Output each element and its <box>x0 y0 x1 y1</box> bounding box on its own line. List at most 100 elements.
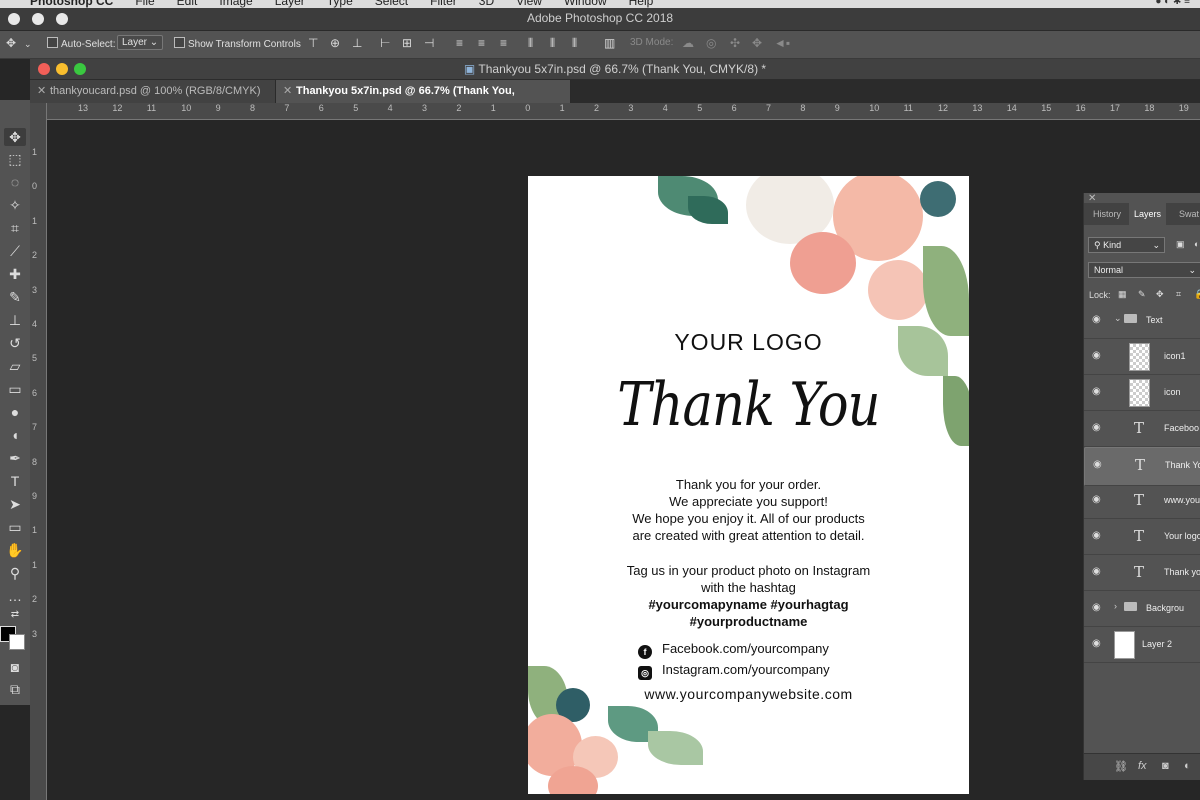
layer-row[interactable]: ◉ T Thank yo <box>1084 555 1200 591</box>
layer-filter-dropdown[interactable]: ⚲ Kind ⌄ <box>1088 237 1165 253</box>
eye-icon[interactable]: ◉ <box>1092 530 1101 541</box>
close-icon[interactable]: ✕ <box>283 80 292 102</box>
layer-row[interactable]: ◉ › Backgrou <box>1084 591 1200 627</box>
vertical-ruler[interactable]: 1 0 1 2 3 4 5 6 7 8 9 1 1 2 3 <box>30 103 47 800</box>
brush-tool-icon[interactable]: ✎ <box>4 288 26 306</box>
hand-tool-icon[interactable]: ✋ <box>4 541 26 559</box>
canvas-document[interactable]: YOUR LOGO Thank You Thank you for your o… <box>528 176 969 794</box>
tab-layers[interactable]: Layers <box>1129 203 1167 225</box>
align-bottom-icon[interactable]: ⊥ <box>352 36 362 50</box>
align-vertical-center-icon[interactable]: ⊕ <box>330 36 340 50</box>
crop-tool-icon[interactable]: ⌗ <box>4 219 26 237</box>
adjustment-layer-icon[interactable]: ◐ <box>1184 760 1191 772</box>
background-color-swatch[interactable] <box>9 634 25 650</box>
eye-icon[interactable]: ◉ <box>1092 602 1101 613</box>
zoom-tool-icon[interactable]: ⚲ <box>4 564 26 582</box>
drag-3d-icon[interactable]: ✣ <box>730 36 740 50</box>
menu-item[interactable]: Window <box>564 0 607 8</box>
chevron-right-icon[interactable]: › <box>1114 601 1117 611</box>
chevron-down-icon[interactable]: ⌄ <box>1114 313 1122 324</box>
menu-item[interactable]: Select <box>375 0 408 8</box>
tab-swatches[interactable]: Swat <box>1174 203 1200 225</box>
eye-icon[interactable]: ◉ <box>1092 494 1101 505</box>
history-brush-tool-icon[interactable]: ↺ <box>4 334 26 352</box>
layer-row[interactable]: ◉ icon <box>1084 375 1200 411</box>
layer-row[interactable]: ◉ Layer 2 <box>1084 627 1200 663</box>
distribute-top-icon[interactable]: ≡ <box>456 36 463 50</box>
stamp-tool-icon[interactable]: ⊥ <box>4 311 26 329</box>
auto-select-dropdown[interactable]: Layer ⌄ <box>117 35 164 50</box>
blend-mode-dropdown[interactable]: Normal ⌄ <box>1088 262 1200 278</box>
image-filter-icon[interactable]: ▣ <box>1176 239 1185 250</box>
blur-tool-icon[interactable]: ● <box>4 403 26 421</box>
align-top-icon[interactable]: ⊤ <box>308 36 318 50</box>
distribute-center-icon[interactable]: ≡ <box>478 36 485 50</box>
more-tools-icon[interactable]: … <box>4 587 26 605</box>
distribute-left-icon[interactable]: ⫴ <box>528 36 533 51</box>
menu-item[interactable]: View <box>516 0 542 8</box>
lock-position-icon[interactable]: ✥ <box>1156 289 1164 300</box>
distribute-hcenter-icon[interactable]: ⫴ <box>550 36 555 51</box>
menu-item[interactable]: File <box>135 0 154 8</box>
menu-item[interactable]: 3D <box>479 0 494 8</box>
gradient-tool-icon[interactable]: ▭ <box>4 380 26 398</box>
eye-icon[interactable]: ◉ <box>1092 638 1101 649</box>
eyedropper-tool-icon[interactable]: ⟋ <box>4 242 26 260</box>
marquee-tool-icon[interactable]: ⬚ <box>4 150 26 168</box>
eye-icon[interactable]: ◉ <box>1092 350 1101 361</box>
link-layers-icon[interactable]: ⛓ <box>1114 760 1128 773</box>
align-left-icon[interactable]: ⊢ <box>380 36 390 50</box>
menu-item[interactable]: Image <box>219 0 252 8</box>
type-tool-icon[interactable]: T <box>4 472 26 490</box>
screen-mode-icon[interactable]: ⧉ <box>4 680 26 698</box>
menu-item[interactable]: Edit <box>177 0 198 8</box>
menu-item[interactable]: Filter <box>430 0 457 8</box>
distribute-bottom-icon[interactable]: ≡ <box>500 36 507 50</box>
eye-icon[interactable]: ◉ <box>1092 422 1101 433</box>
add-mask-icon[interactable]: ◙ <box>1162 760 1169 772</box>
eraser-tool-icon[interactable]: ▱ <box>4 357 26 375</box>
auto-align-icon[interactable]: ▥ <box>604 36 615 50</box>
layer-row[interactable]: ◉ T Thank Yo <box>1084 447 1200 486</box>
tab-history[interactable]: History <box>1088 203 1126 225</box>
chevron-down-icon[interactable]: ⌄ <box>24 39 32 50</box>
layer-row[interactable]: ◉ icon1 <box>1084 339 1200 375</box>
eye-icon[interactable]: ◉ <box>1092 566 1101 577</box>
fx-button[interactable]: fx <box>1138 760 1147 772</box>
orbit-3d-icon[interactable]: ☁ <box>682 36 694 50</box>
menu-item[interactable]: Layer <box>275 0 305 8</box>
horizontal-ruler[interactable]: 13 12 11 10 9 8 7 6 5 4 3 2 1 0 1 2 3 4 5 6 7 8 9 10 11 12 13 14 15 1… <box>30 103 1200 120</box>
roll-3d-icon[interactable]: ◎ <box>706 36 716 50</box>
lasso-tool-icon[interactable]: ◌ <box>4 173 26 191</box>
auto-select-checkbox[interactable]: Auto-Select: <box>47 37 115 50</box>
menu-item[interactable]: Photoshop CC <box>30 0 113 8</box>
lock-artboard-icon[interactable]: ⌗ <box>1176 289 1181 300</box>
eye-icon[interactable]: ◉ <box>1092 314 1101 325</box>
adjustment-filter-icon[interactable]: ◐ <box>1194 239 1199 249</box>
eye-icon[interactable]: ◉ <box>1093 459 1102 470</box>
menu-item[interactable]: Type <box>327 0 353 8</box>
lock-transparent-icon[interactable]: ▦ <box>1118 289 1127 300</box>
layer-row[interactable]: ◉ T Faceboo <box>1084 411 1200 447</box>
layer-row[interactable]: ◉ T Your logo <box>1084 519 1200 555</box>
lock-pixels-icon[interactable]: ✎ <box>1138 289 1146 300</box>
swap-colors-icon[interactable]: ⇄ <box>4 606 26 624</box>
tab-thankyou-5x7[interactable]: ✕ Thankyou 5x7in.psd @ 66.7% (Thank You, … <box>276 80 571 119</box>
rectangle-tool-icon[interactable]: ▭ <box>4 518 26 536</box>
dodge-tool-icon[interactable]: ◖ <box>4 426 26 444</box>
menu-item[interactable]: Help <box>629 0 654 8</box>
tab-thankyoucard[interactable]: ✕thankyoucard.psd @ 100% (RGB/8/CMYK) * <box>30 80 276 119</box>
path-selection-tool-icon[interactable]: ➤ <box>4 495 26 513</box>
layer-row[interactable]: ◉ Twww.you <box>1084 483 1200 519</box>
scale-3d-icon[interactable]: ◄▪ <box>774 36 790 50</box>
distribute-right-icon[interactable]: ⫴ <box>572 36 577 51</box>
magic-wand-tool-icon[interactable]: ✧ <box>4 196 26 214</box>
close-icon[interactable]: ✕ <box>37 80 46 102</box>
eye-icon[interactable]: ◉ <box>1092 386 1101 397</box>
healing-brush-tool-icon[interactable]: ✚ <box>4 265 26 283</box>
pen-tool-icon[interactable]: ✒ <box>4 449 26 467</box>
layer-row[interactable]: ◉ ⌄ Text <box>1084 303 1200 339</box>
move-tool-icon[interactable]: ✥ <box>4 128 26 146</box>
quick-mask-icon[interactable]: ◙ <box>4 658 26 676</box>
lock-all-icon[interactable]: 🔒 <box>1194 289 1200 300</box>
